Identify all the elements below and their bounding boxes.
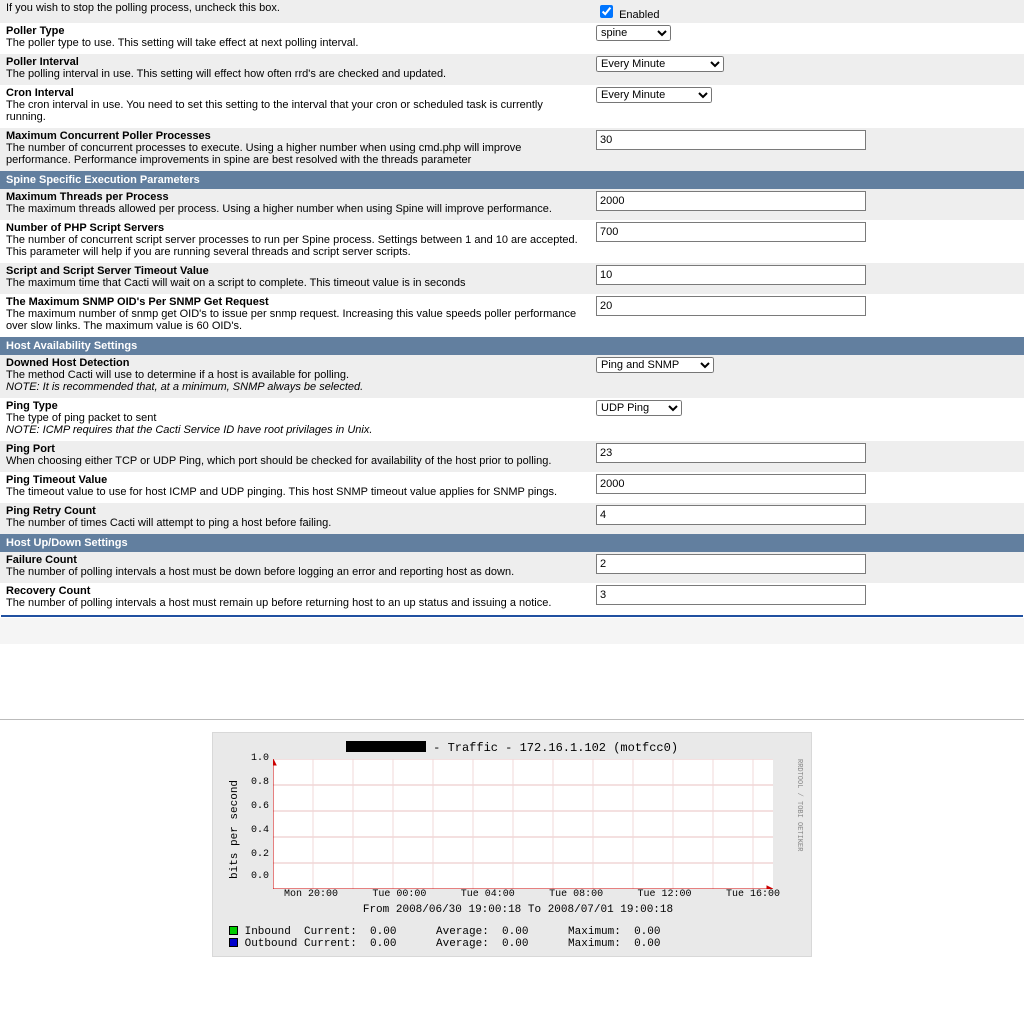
- enabled-desc: If you wish to stop the polling process,…: [6, 2, 584, 14]
- rrdtool-watermark: RRDTOOL / TOBI OETIKER: [791, 759, 803, 926]
- ping-port-input[interactable]: [596, 443, 866, 463]
- chart-title-redacted: [346, 741, 426, 752]
- row-max-threads: Maximum Threads per Process The maximum …: [0, 189, 1024, 220]
- ping-port-title: Ping Port: [6, 443, 584, 455]
- section-host-availability: Host Availability Settings: [0, 337, 1024, 355]
- chart-plot-area: [273, 759, 773, 889]
- row-script-timeout: Script and Script Server Timeout Value T…: [0, 263, 1024, 294]
- cron-interval-desc: The cron interval in use. You need to se…: [6, 99, 584, 123]
- downed-host-title: Downed Host Detection: [6, 357, 584, 369]
- recovery-count-title: Recovery Count: [6, 585, 584, 597]
- row-failure-count: Failure Count The number of polling inte…: [0, 552, 1024, 583]
- enabled-checkbox[interactable]: [600, 5, 613, 18]
- chart-title: - Traffic - 172.16.1.102 (motfcc0): [221, 741, 803, 755]
- row-ping-timeout: Ping Timeout Value The timeout value to …: [0, 472, 1024, 503]
- php-servers-title: Number of PHP Script Servers: [6, 222, 584, 234]
- row-ping-type: Ping Type The type of ping packet to sen…: [0, 398, 1024, 441]
- ping-timeout-input[interactable]: [596, 474, 866, 494]
- ping-type-desc: The type of ping packet to sent: [6, 412, 584, 424]
- row-enabled: If you wish to stop the polling process,…: [0, 0, 1024, 23]
- row-ping-retry: Ping Retry Count The number of times Cac…: [0, 503, 1024, 534]
- section-spine: Spine Specific Execution Parameters: [0, 171, 1024, 189]
- enabled-checkbox-label: Enabled: [619, 9, 659, 21]
- poller-interval-desc: The polling interval in use. This settin…: [6, 68, 584, 80]
- row-max-processes: Maximum Concurrent Poller Processes The …: [0, 128, 1024, 171]
- cron-interval-select[interactable]: Every Minute: [596, 87, 712, 103]
- traffic-chart: - Traffic - 172.16.1.102 (motfcc0) bits …: [212, 732, 812, 957]
- ping-type-note: NOTE: ICMP requires that the Cacti Servi…: [6, 424, 584, 436]
- cron-interval-title: Cron Interval: [6, 87, 584, 99]
- poller-interval-title: Poller Interval: [6, 56, 584, 68]
- ping-retry-title: Ping Retry Count: [6, 505, 584, 517]
- downed-host-desc: The method Cacti will use to determine i…: [6, 369, 584, 381]
- legend-swatch-icon: [229, 926, 238, 935]
- php-servers-input[interactable]: [596, 222, 866, 242]
- max-processes-input[interactable]: [596, 130, 866, 150]
- max-oids-desc: The maximum number of snmp get OID's to …: [6, 308, 584, 332]
- legend-row-text: Outbound Current: 0.00 Average: 0.00 Max…: [238, 938, 660, 950]
- chart-legend: Inbound Current: 0.00 Average: 0.00 Maxi…: [229, 926, 803, 950]
- row-max-oids: The Maximum SNMP OID's Per SNMP Get Requ…: [0, 294, 1024, 337]
- failure-count-title: Failure Count: [6, 554, 584, 566]
- downed-host-select[interactable]: Ping and SNMP: [596, 357, 714, 373]
- table-footer: [0, 618, 1024, 644]
- max-oids-input[interactable]: [596, 296, 866, 316]
- row-cron-interval: Cron Interval The cron interval in use. …: [0, 85, 1024, 128]
- downed-host-note: NOTE: It is recommended that, at a minim…: [6, 381, 584, 393]
- script-timeout-input[interactable]: [596, 265, 866, 285]
- ping-retry-desc: The number of times Cacti will attempt t…: [6, 517, 584, 529]
- poller-type-select[interactable]: spine: [596, 25, 671, 41]
- settings-scroll-region[interactable]: If you wish to stop the polling process,…: [0, 0, 1024, 720]
- ping-type-title: Ping Type: [6, 400, 584, 412]
- row-poller-interval: Poller Interval The polling interval in …: [0, 54, 1024, 85]
- ping-retry-input[interactable]: [596, 505, 866, 525]
- max-threads-desc: The maximum threads allowed per process.…: [6, 203, 584, 215]
- chart-yticks: 1.0 0.8 0.6 0.4 0.2 0.0: [245, 753, 269, 893]
- recovery-count-desc: The number of polling intervals a host m…: [6, 597, 584, 609]
- chart-ylabel: bits per second: [221, 759, 245, 899]
- section-host-updown: Host Up/Down Settings: [0, 534, 1024, 552]
- poller-interval-select[interactable]: Every Minute: [596, 56, 724, 72]
- max-processes-desc: The number of concurrent processes to ex…: [6, 142, 584, 166]
- ping-timeout-desc: The timeout value to use for host ICMP a…: [6, 486, 584, 498]
- chart-range-text: From 2008/06/30 19:00:18 To 2008/07/01 1…: [245, 904, 791, 916]
- ping-port-desc: When choosing either TCP or UDP Ping, wh…: [6, 455, 584, 467]
- script-timeout-desc: The maximum time that Cacti will wait on…: [6, 277, 584, 289]
- max-processes-title: Maximum Concurrent Poller Processes: [6, 130, 584, 142]
- failure-count-input[interactable]: [596, 554, 866, 574]
- failure-count-desc: The number of polling intervals a host m…: [6, 566, 584, 578]
- row-downed-host: Downed Host Detection The method Cacti w…: [0, 355, 1024, 398]
- max-threads-input[interactable]: [596, 191, 866, 211]
- ping-type-select[interactable]: UDP Ping: [596, 400, 682, 416]
- max-oids-title: The Maximum SNMP OID's Per SNMP Get Requ…: [6, 296, 584, 308]
- poller-type-desc: The poller type to use. This setting wil…: [6, 37, 584, 49]
- legend-swatch-icon: [229, 938, 238, 947]
- php-servers-desc: The number of concurrent script server p…: [6, 234, 584, 258]
- row-recovery-count: Recovery Count The number of polling int…: [0, 583, 1024, 614]
- legend-row-text: Inbound Current: 0.00 Average: 0.00 Maxi…: [238, 926, 660, 938]
- ping-timeout-title: Ping Timeout Value: [6, 474, 584, 486]
- recovery-count-input[interactable]: [596, 585, 866, 605]
- script-timeout-title: Script and Script Server Timeout Value: [6, 265, 584, 277]
- row-poller-type: Poller Type The poller type to use. This…: [0, 23, 1024, 54]
- chart-xticks: Mon 20:00 Tue 00:00 Tue 04:00 Tue 08:00 …: [273, 889, 791, 900]
- max-threads-title: Maximum Threads per Process: [6, 191, 584, 203]
- row-php-servers: Number of PHP Script Servers The number …: [0, 220, 1024, 263]
- row-ping-port: Ping Port When choosing either TCP or UD…: [0, 441, 1024, 472]
- poller-type-title: Poller Type: [6, 25, 584, 37]
